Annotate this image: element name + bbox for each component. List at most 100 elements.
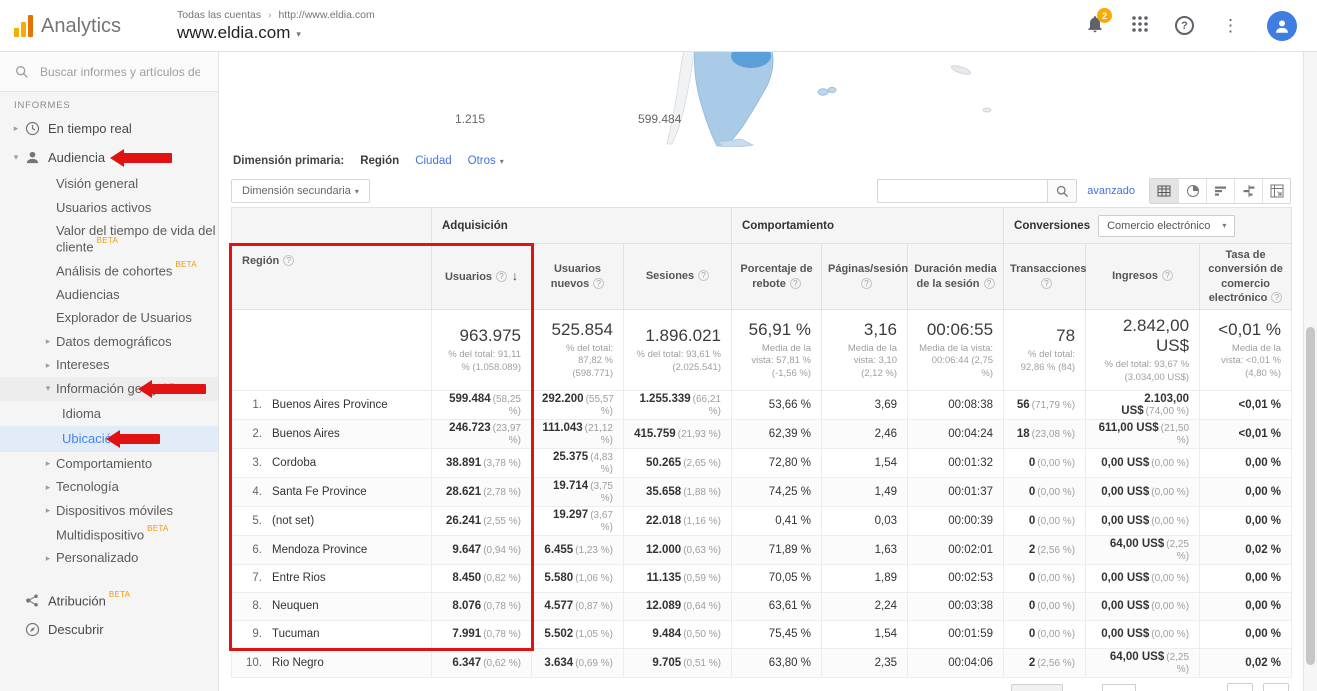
breadcrumb[interactable]: Todas las cuentas › http://www.eldia.com	[177, 9, 375, 21]
view-performance-button[interactable]	[1206, 179, 1234, 203]
sidebar-item-atribucion[interactable]: AtribuciónBETA	[0, 586, 218, 615]
table-row[interactable]: 9.Tucuman7.991(0,78 %)5.502(1,05 %)9.484…	[232, 620, 1292, 648]
next-page-button[interactable]: ›	[1263, 683, 1289, 691]
vertical-scrollbar[interactable]	[1303, 52, 1317, 691]
sidebar-item-user-explorer[interactable]: Explorador de Usuarios	[0, 306, 218, 330]
column-header-new_users[interactable]: Usuarios nuevos?	[532, 244, 624, 310]
table-search-button[interactable]	[1047, 179, 1077, 203]
sidebar-item-personalizado[interactable]: ▸Personalizado	[0, 546, 218, 570]
sidebar-item-cohortes[interactable]: Análisis de cohortesBETA	[0, 259, 218, 283]
sidebar-item-realtime[interactable]: ▸En tiempo real	[0, 114, 218, 143]
column-header-revenue[interactable]: Ingresos?	[1086, 244, 1200, 310]
breadcrumb-property[interactable]: http://www.eldia.com	[278, 9, 374, 21]
metric-cell-revenue: 64,00 US$(2,25 %)	[1086, 535, 1200, 564]
analytics-logo[interactable]: Analytics	[14, 15, 121, 37]
view-table-button[interactable]	[1150, 179, 1178, 203]
goto-page-input[interactable]: 1	[1102, 684, 1136, 691]
table-row[interactable]: 3.Cordoba38.891(3,78 %)25.375(4,83 %)50.…	[232, 448, 1292, 477]
sidebar-item-interests[interactable]: ▸Intereses	[0, 353, 218, 377]
help-button[interactable]: ?	[1175, 16, 1194, 35]
sidebar-item-tecnologia[interactable]: ▸Tecnología	[0, 475, 218, 499]
metric-cell-duration: 00:04:24	[908, 419, 1004, 448]
avatar[interactable]	[1267, 11, 1297, 41]
property-selector[interactable]: www.eldia.com ▾	[177, 23, 375, 43]
column-header-sessions[interactable]: Sesiones?	[624, 244, 732, 310]
header-actions: 2 ? ⋮	[1085, 11, 1317, 41]
table-row[interactable]: 8.Neuquen8.076(0,78 %)4.577(0,87 %)12.08…	[232, 592, 1292, 620]
region-cell[interactable]: 4.Santa Fe Province	[232, 477, 432, 506]
rows-per-page-select[interactable]: 10▾	[1011, 684, 1064, 691]
region-cell[interactable]: 6.Mendoza Province	[232, 535, 432, 564]
table-row[interactable]: 5.(not set)26.241(2,55 %)19.297(3,67 %)2…	[232, 506, 1292, 535]
table-search-input[interactable]	[877, 179, 1047, 203]
region-cell[interactable]: 1.Buenos Aires Province	[232, 390, 432, 419]
region-cell[interactable]: 5.(not set)	[232, 506, 432, 535]
region-cell[interactable]: 8.Neuquen	[232, 592, 432, 620]
report-search[interactable]	[0, 52, 218, 92]
column-header-transactions[interactable]: Transacciones?	[1004, 244, 1086, 310]
dimension-region[interactable]: Región	[360, 155, 399, 167]
ecommerce-selector[interactable]: Comercio electrónico▾	[1098, 215, 1235, 237]
metric-cell-duration: 00:02:01	[908, 535, 1004, 564]
view-percentage-button[interactable]	[1178, 179, 1206, 203]
sidebar-item-descubrir[interactable]: Descubrir	[0, 615, 218, 644]
kebab-menu-button[interactable]: ⋮	[1220, 16, 1241, 36]
dimension-otros[interactable]: Otros▾	[468, 155, 504, 167]
sidebar-item-ltv[interactable]: Valor del tiempo de vida del clienteBETA	[0, 219, 218, 259]
table-row[interactable]: 10.Rio Negro6.347(0,62 %)3.634(0,69 %)9.…	[232, 648, 1292, 677]
sidebar-item-overview[interactable]: Visión general	[0, 172, 218, 196]
data-table-container: Adquisición Comportamiento ConversionesC…	[231, 207, 1291, 678]
metric-cell-sessions: 22.018(1,16 %)	[624, 506, 732, 535]
metric-cell-new_users: 5.580(1,06 %)	[532, 564, 624, 592]
region-cell[interactable]: 10.Rio Negro	[232, 648, 432, 677]
map-islands-shape2	[828, 87, 836, 92]
table-row[interactable]: 2.Buenos Aires246.723(23,97 %)111.043(21…	[232, 419, 1292, 448]
region-cell[interactable]: 9.Tucuman	[232, 620, 432, 648]
prev-page-button[interactable]: ‹	[1227, 683, 1253, 691]
column-header-users[interactable]: Usuarios?↓	[432, 244, 532, 310]
notifications-button[interactable]: 2	[1085, 14, 1105, 37]
table-row[interactable]: 6.Mendoza Province9.647(0,94 %)6.455(1,2…	[232, 535, 1292, 564]
region-cell[interactable]: 2.Buenos Aires	[232, 419, 432, 448]
summary-conv: <0,01 %Media de la vista: <0,01 % (4,80 …	[1200, 310, 1292, 391]
search-input[interactable]	[40, 65, 200, 79]
chevron-down-icon: ▾	[296, 29, 301, 40]
view-comparison-button[interactable]	[1234, 179, 1262, 203]
sort-desc-icon: ↓	[512, 269, 518, 283]
map-islands-shape	[818, 89, 828, 95]
column-header-duration[interactable]: Duración media de la sesión?	[908, 244, 1004, 310]
metric-cell-users: 6.347(0,62 %)	[432, 648, 532, 677]
scrollbar-thumb[interactable]	[1306, 327, 1315, 666]
advanced-link[interactable]: avanzado	[1087, 185, 1135, 197]
column-header-region[interactable]: Región?	[232, 244, 432, 310]
table-row[interactable]: 4.Santa Fe Province28.621(2,78 %)19.714(…	[232, 477, 1292, 506]
column-header-bounce[interactable]: Porcentaje de rebote?	[732, 244, 822, 310]
sidebar-item-ubicacion[interactable]: Ubicación	[0, 426, 218, 452]
breadcrumb-accounts[interactable]: Todas las cuentas	[177, 9, 261, 21]
help-icon: ?	[593, 278, 604, 289]
region-cell[interactable]: 3.Cordoba	[232, 448, 432, 477]
metric-cell-new_users: 19.714(3,75 %)	[532, 477, 624, 506]
sidebar-item-audience[interactable]: ▾Audiencia	[0, 143, 218, 172]
region-cell[interactable]: 7.Entre Rios	[232, 564, 432, 592]
secondary-dimension-button[interactable]: Dimensión secundaria ▾	[231, 179, 370, 203]
dimension-ciudad[interactable]: Ciudad	[415, 155, 451, 167]
informes-section-label: INFORMES	[0, 92, 218, 114]
sidebar-item-idioma[interactable]: Idioma	[0, 401, 218, 427]
sidebar-item-audiences[interactable]: Audiencias	[0, 283, 218, 307]
sidebar-item-active-users[interactable]: Usuarios activos	[0, 196, 218, 220]
column-header-pages[interactable]: Páginas/sesión?	[822, 244, 908, 310]
column-header-conv[interactable]: Tasa de conversión de comercio electróni…	[1200, 244, 1292, 310]
sidebar-item-comportamiento[interactable]: ▸Comportamiento	[0, 452, 218, 476]
table-row[interactable]: 1.Buenos Aires Province599.484(58,25 %)2…	[232, 390, 1292, 419]
sidebar-item-multidispositivo[interactable]: MultidispositivoBETA	[0, 523, 218, 547]
table-row[interactable]: 7.Entre Rios8.450(0,82 %)5.580(1,06 %)11…	[232, 564, 1292, 592]
geo-map[interactable]: 1.215 599.484	[219, 52, 1303, 147]
sidebar-item-geo[interactable]: ▾Información geográfica	[0, 377, 218, 401]
apps-grid-button[interactable]	[1131, 15, 1149, 36]
metric-cell-pages: 1,63	[822, 535, 908, 564]
sidebar-item-demographics[interactable]: ▸Datos demográficos	[0, 330, 218, 354]
metric-cell-conv: 0,00 %	[1200, 620, 1292, 648]
view-pivot-button[interactable]	[1262, 179, 1290, 203]
sidebar-item-moviles[interactable]: ▸Dispositivos móviles	[0, 499, 218, 523]
